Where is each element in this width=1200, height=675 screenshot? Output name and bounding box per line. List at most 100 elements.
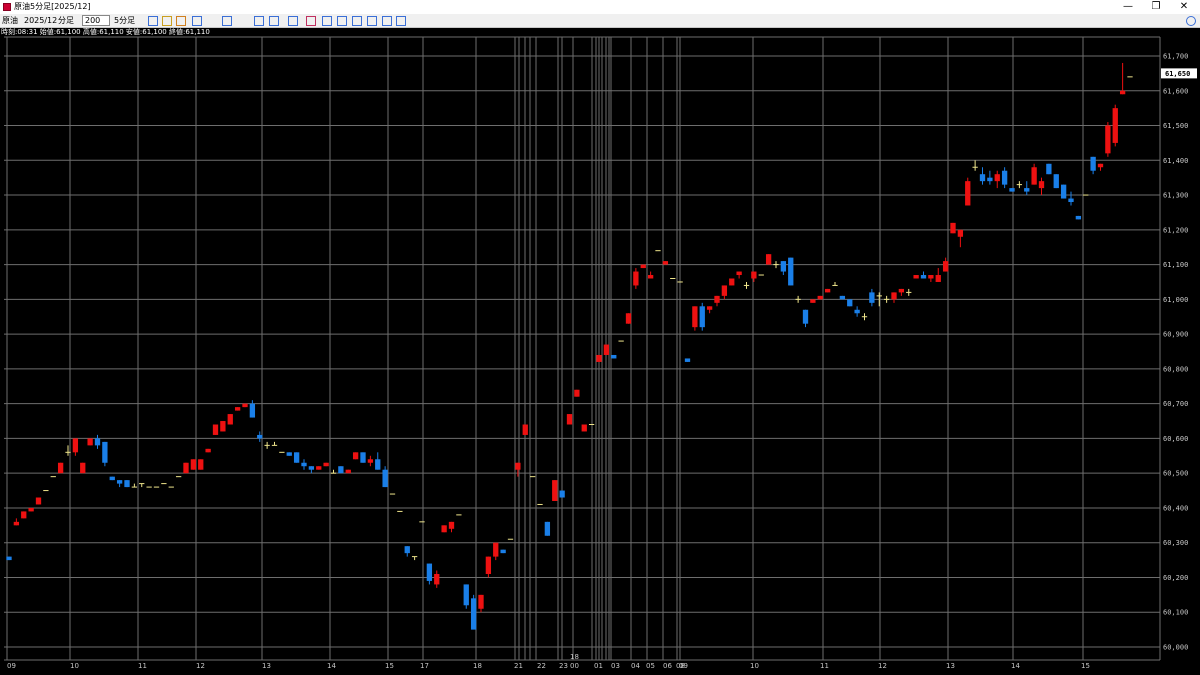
candle-body [367,459,374,463]
candle-body [257,434,263,439]
candle [1105,122,1111,157]
candle [485,556,492,578]
candle-body [21,511,27,519]
candle [802,309,809,328]
candle [847,299,853,307]
candle [1112,104,1118,147]
candle [662,261,669,265]
candle-body [788,257,794,286]
x-tick-label: 12 [196,662,205,670]
y-tick-label: 61,600 [1163,87,1188,95]
y-tick-label: 60,800 [1163,365,1188,373]
candle [1119,62,1126,95]
candle-body [839,295,846,300]
x-tick-label: 04 [631,662,640,670]
candle-body [198,459,204,470]
candle [35,497,42,505]
candle [552,480,558,501]
y-tick-label: 61,300 [1163,192,1188,200]
candle [957,229,964,248]
candle [869,288,875,307]
candle [493,542,499,561]
x-tick-label: 05 [646,662,655,670]
candle-body [1060,184,1067,199]
x-tick-label: 22 [537,662,546,670]
candle [293,452,300,463]
candle [220,421,226,432]
candle-body [500,549,506,554]
candle [729,278,735,286]
candle [839,295,846,300]
candle [13,518,20,526]
candle-body [1075,215,1082,220]
candle [515,462,521,477]
candle-body [692,306,698,328]
candle-body [574,389,580,397]
candle [426,563,433,585]
candle-body [780,261,787,272]
candle-body [220,421,226,432]
candle [264,441,270,449]
candle [205,448,211,453]
candle [566,414,573,425]
candle [633,268,639,289]
candle-body [662,261,669,265]
candle [367,455,374,467]
x-tick-label: 13 [946,662,955,670]
candle [824,288,831,293]
candle-body [699,306,705,328]
candle-body [80,462,86,474]
candle-body [979,174,986,182]
candle [57,462,64,474]
y-tick-label: 60,500 [1163,470,1188,478]
candle [950,222,956,234]
candle-body [72,438,79,453]
candle [72,438,79,456]
y-tick-label: 60,000 [1163,644,1188,652]
candle-body [301,462,307,467]
candle [404,546,410,557]
candle-body [102,441,108,463]
candle [198,459,204,470]
candle-body [920,275,927,279]
candle [1024,181,1030,196]
candle-body [965,181,971,206]
candle-body [765,254,772,265]
candle [913,275,919,279]
candle [935,268,941,282]
y-tick-label: 60,200 [1163,574,1188,582]
candle-body [802,309,809,324]
candle-body [28,507,34,512]
candle-body [566,414,573,425]
candle-body [434,573,440,585]
candle-body [338,466,344,474]
x-tick-label: 18 [570,653,579,661]
x-tick-label: 14 [327,662,336,670]
candle [183,462,189,474]
candle-body [854,309,860,314]
candle [139,483,145,488]
candle-body [190,459,197,470]
x-tick-label: 09 [679,662,688,670]
candle-body [470,598,477,630]
candle [972,160,978,171]
candle [375,452,381,470]
candle-body [205,448,211,453]
x-tick-label: 00 [570,662,579,670]
y-tick-label: 60,900 [1163,331,1188,339]
candle [448,521,455,533]
candle-body [935,275,941,282]
candle [574,389,580,397]
candle [352,452,359,460]
candle-body [625,313,632,324]
candle-body [116,480,123,484]
candle [1090,156,1096,175]
candle [832,281,838,286]
candle [979,167,986,185]
candle-body [721,285,728,296]
candle [765,254,772,265]
candle [234,407,241,411]
candle [942,257,949,272]
candle-body [448,521,455,529]
candle-body [249,403,256,418]
